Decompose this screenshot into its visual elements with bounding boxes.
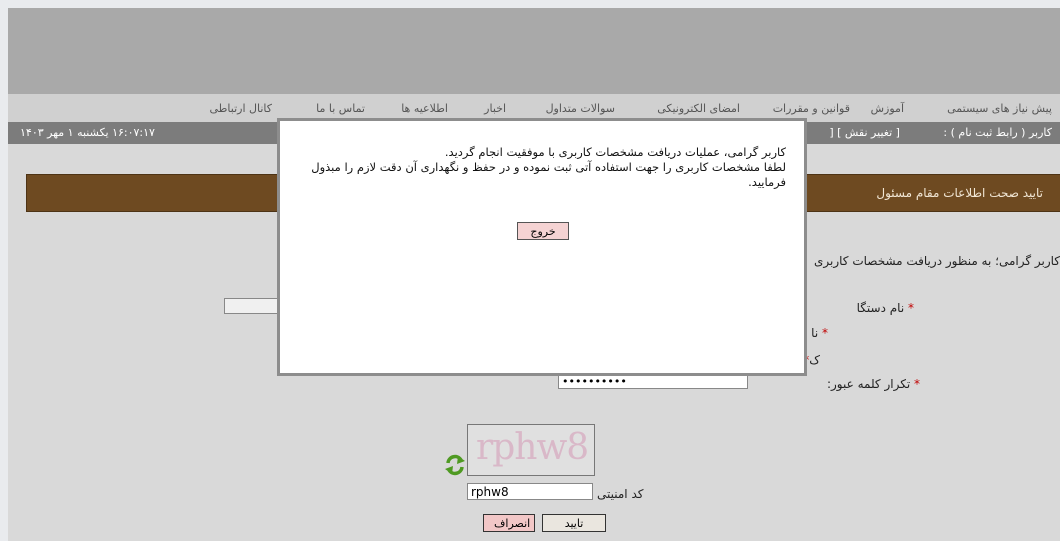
datetime-text: ۱۶:۰۷:۱۷ یکشنبه ۱ مهر ۱۴۰۳: [20, 126, 155, 139]
exit-button[interactable]: خروج: [517, 222, 569, 240]
name-label: * نا: [811, 326, 828, 340]
menu-item-faq[interactable]: سوالات متداول: [546, 102, 615, 115]
dialog-line-1: کاربر گرامی، عملیات دریافت مشخصات کاربری…: [444, 145, 786, 159]
page-title: تایید صحت اطلاعات مقام مسئول: [876, 186, 1043, 200]
intro-text: کاربر گرامی؛ به منظور دریافت مشخصات کارب…: [814, 254, 1060, 268]
required-marker: *: [818, 326, 828, 340]
menu-item-news[interactable]: اخبار: [484, 102, 506, 115]
menu-item-rules[interactable]: قوانین و مقررات: [773, 102, 850, 115]
header-banner: [8, 8, 1060, 94]
menu-item-system-requirements[interactable]: پیش نیاز های سیستمی: [947, 102, 1052, 115]
user-role-text: کاربر ( رابط ثبت نام ) : [ تغییر نقش ] [: [829, 126, 1052, 139]
confirm-button[interactable]: تایید: [542, 514, 606, 532]
required-marker: *: [904, 301, 914, 315]
captcha-image: rphw8: [467, 424, 595, 476]
user-label: کاربر ( رابط ثبت نام ) :: [943, 126, 1052, 139]
menu-item-channel[interactable]: کانال ارتباطی: [209, 102, 272, 115]
refresh-captcha-icon[interactable]: [444, 454, 466, 476]
menu-item-training[interactable]: آموزش: [871, 102, 904, 115]
captcha-text: rphw8: [476, 427, 589, 468]
org-name-label: * نام دستگا: [856, 301, 914, 315]
required-marker: *: [910, 377, 920, 391]
confirm-password-label: * تکرار کلمه عبور:: [826, 377, 920, 391]
menu-item-e-signature[interactable]: امضای الکترونیکی: [657, 102, 740, 115]
menu-item-announcements[interactable]: اطلاعیه ها: [401, 102, 448, 115]
dialog-line-2: لطفا مشخصات کاربری را جهت استفاده آتی ثب…: [311, 160, 786, 189]
change-role-link[interactable]: [ تغییر نقش ] [: [829, 126, 900, 139]
captcha-input[interactable]: [467, 483, 593, 500]
captcha-label: کد امنیتی: [597, 487, 644, 501]
menu-item-contact-us[interactable]: تماس با ما: [316, 102, 365, 115]
cancel-button[interactable]: انصراف: [483, 514, 535, 532]
success-dialog: کاربر گرامی، عملیات دریافت مشخصات کاربری…: [277, 118, 807, 376]
dialog-message: کاربر گرامی، عملیات دریافت مشخصات کاربری…: [306, 145, 786, 190]
